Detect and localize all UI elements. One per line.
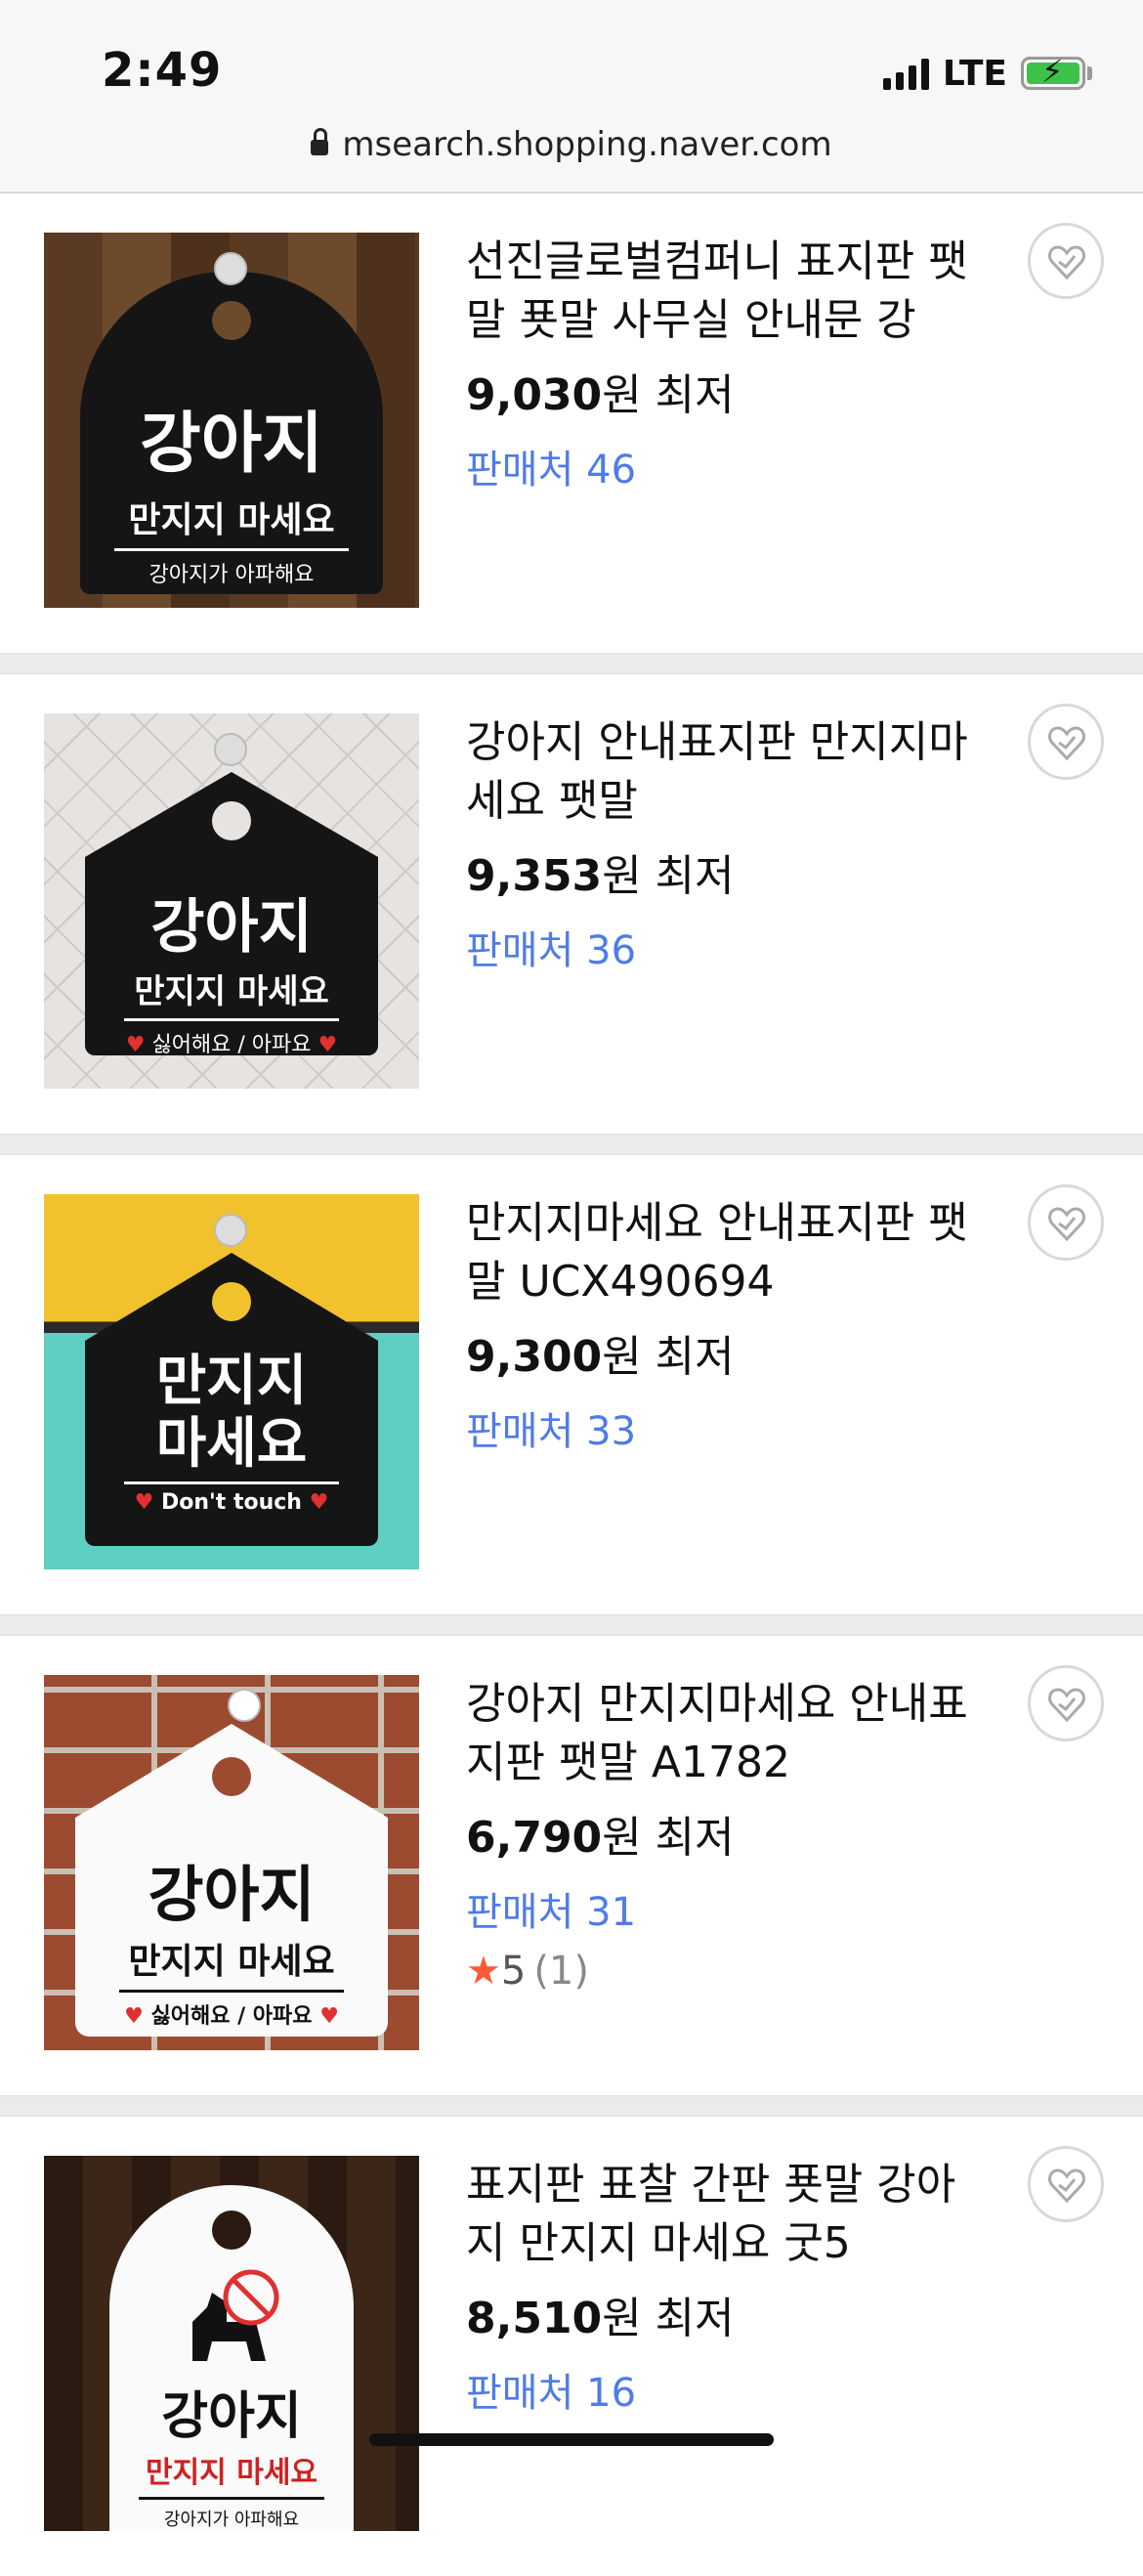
divider bbox=[0, 1614, 1143, 1636]
sign-text: 강아지 bbox=[140, 406, 323, 483]
seller-count-link[interactable]: 판매처 46 bbox=[466, 438, 636, 494]
divider bbox=[0, 1134, 1143, 1155]
home-indicator[interactable] bbox=[369, 2433, 774, 2446]
lock-icon bbox=[311, 128, 329, 155]
product-image[interactable]: 강아지 만지지 마세요 ♥ 싫어해요 / 아파요 ♥ bbox=[44, 1675, 419, 2050]
sign-text: 만지지 마세요 bbox=[134, 972, 329, 1011]
sign-text: 강아지 bbox=[150, 893, 313, 962]
product-item[interactable]: 만지지 마세요 ♥ Don't touch ♥ 만지지마세요 안내표지판 팻말 … bbox=[0, 1155, 1143, 1614]
sign-text: Don't touch bbox=[161, 1490, 302, 1515]
product-price: 9,353원 최저 bbox=[466, 851, 735, 901]
product-item[interactable]: 강아지 만지지 마세요 강아지가 아파해요 선진글로벌컴퍼니 표지판 팻말 푯말… bbox=[0, 193, 1143, 653]
product-image[interactable]: 만지지 마세요 ♥ Don't touch ♥ bbox=[44, 1194, 419, 1569]
wishlist-button[interactable] bbox=[1028, 223, 1104, 299]
product-title[interactable]: 표지판 표찰 간판 푯말 강아지 만지지 마세요 굿5 bbox=[466, 2156, 994, 2273]
product-title[interactable]: 강아지 안내표지판 만지지마세요 팻말 bbox=[466, 713, 994, 831]
wishlist-heart-icon bbox=[1048, 2168, 1085, 2204]
product-title[interactable]: 만지지마세요 안내표지판 팻말 UCX490694 bbox=[466, 1194, 994, 1311]
sign-text: 강아지가 아파해요 bbox=[163, 2510, 300, 2530]
wishlist-heart-icon bbox=[1048, 245, 1085, 280]
product-price: 8,510원 최저 bbox=[466, 2294, 735, 2343]
product-item[interactable]: 강아지 만지지 마세요 ♥ 싫어해요 / 아파요 ♥ 강아지 만지지마세요 안내… bbox=[0, 1636, 1143, 2095]
sign-text: 마세요 bbox=[155, 1412, 308, 1476]
seller-count-link[interactable]: 판매처 33 bbox=[466, 1399, 636, 1456]
star-icon: ★ bbox=[466, 1949, 501, 1994]
no-touch-dog-icon bbox=[192, 2269, 279, 2361]
product-item[interactable]: 강아지 만지지 마세요 ♥ 싫어해요 / 아파요 ♥ 강아지 안내표지판 만지지… bbox=[0, 674, 1143, 1134]
sign-text: 강아지 bbox=[148, 1859, 316, 1930]
battery-icon: ⚡ bbox=[1021, 56, 1085, 90]
seller-count-link[interactable]: 판매처 36 bbox=[466, 919, 636, 975]
sign-text: 만지지 마세요 bbox=[145, 2456, 318, 2490]
product-image[interactable]: 강아지 만지지 마세요 강아지가 아파해요 bbox=[44, 233, 419, 608]
divider bbox=[0, 653, 1143, 674]
seller-count-link[interactable]: 판매처 31 bbox=[466, 1880, 636, 1937]
url-text: msearch.shopping.naver.com bbox=[342, 125, 832, 164]
sign-text: 싫어해요 / 아파요 bbox=[150, 2004, 313, 2029]
browser-top-bar: 2:49 LTE ⚡ msearch.shopping.naver.com bbox=[0, 0, 1143, 193]
network-label: LTE bbox=[942, 53, 1007, 94]
sign-text: 만지지 마세요 bbox=[128, 500, 335, 540]
product-price: 9,030원 최저 bbox=[466, 370, 735, 420]
sign-text: 만지지 마세요 bbox=[128, 1942, 335, 1982]
product-title[interactable]: 선진글로벌컴퍼니 표지판 팻말 푯말 사무실 안내문 강아... bbox=[466, 233, 994, 350]
product-list: 강아지 만지지 마세요 강아지가 아파해요 선진글로벌컴퍼니 표지판 팻말 푯말… bbox=[0, 193, 1143, 2576]
wishlist-button[interactable] bbox=[1028, 1184, 1104, 1261]
product-image[interactable]: 강아지 만지지 마세요 ♥ 싫어해요 / 아파요 ♥ bbox=[44, 713, 419, 1089]
divider bbox=[0, 2095, 1143, 2117]
product-price: 9,300원 최저 bbox=[466, 1332, 735, 1382]
sign-text: 싫어해요 / 아파요 bbox=[151, 1033, 312, 1057]
signal-icon bbox=[882, 57, 929, 90]
wishlist-button[interactable] bbox=[1028, 2146, 1104, 2222]
wishlist-heart-icon bbox=[1048, 726, 1085, 761]
product-image[interactable]: 강아지 만지지 마세요 강아지가 아파해요 bbox=[44, 2156, 419, 2531]
product-price: 6,790원 최저 bbox=[466, 1813, 735, 1863]
wishlist-heart-icon bbox=[1048, 1688, 1085, 1723]
wishlist-button[interactable] bbox=[1028, 1665, 1104, 1741]
sign-text: 만지지 bbox=[155, 1350, 308, 1413]
sign-text: 강아지 bbox=[161, 2387, 302, 2446]
product-rating: ★5 (1) bbox=[466, 1949, 589, 1994]
wishlist-heart-icon bbox=[1048, 1207, 1085, 1242]
status-icons: LTE ⚡ bbox=[882, 51, 1092, 96]
product-title[interactable]: 강아지 만지지마세요 안내표지판 팻말 A1782 bbox=[466, 1675, 994, 1792]
address-bar[interactable]: msearch.shopping.naver.com bbox=[0, 125, 1143, 164]
product-item[interactable]: 강아지 만지지 마세요 강아지가 아파해요 표지판 표찰 간판 푯말 강아지 만… bbox=[0, 2117, 1143, 2576]
seller-count-link[interactable]: 판매처 16 bbox=[466, 2361, 636, 2418]
sign-text: 강아지가 아파해요 bbox=[148, 563, 315, 587]
wishlist-button[interactable] bbox=[1028, 704, 1104, 780]
status-time: 2:49 bbox=[102, 43, 223, 98]
